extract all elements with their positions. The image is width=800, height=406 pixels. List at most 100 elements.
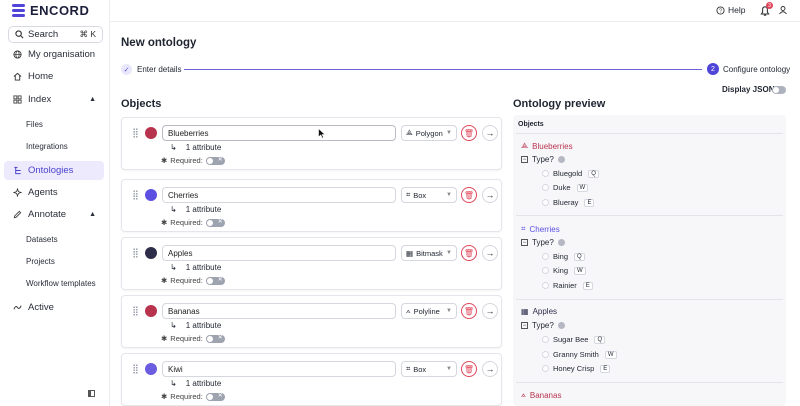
sidebar-item-annotate[interactable]: Annotate ▲ [4, 205, 104, 224]
option-label: Granny Smith [553, 350, 599, 359]
delete-button[interactable]: 🗑 [461, 187, 477, 203]
delete-button[interactable]: 🗑 [461, 125, 477, 141]
color-picker[interactable] [145, 127, 157, 139]
class-name: Apples [532, 307, 558, 316]
open-object-button[interactable]: → [482, 187, 498, 203]
shape-select[interactable]: ⟑ Polyline ▼ [401, 303, 457, 319]
preview-option[interactable]: Bing Q [542, 252, 585, 261]
color-picker[interactable] [145, 305, 157, 317]
help-label: Help [728, 5, 746, 15]
radio-button[interactable] [542, 336, 549, 343]
drag-handle-icon[interactable] [133, 306, 138, 316]
shape-select[interactable]: ⟁ Polygon ▼ [401, 125, 457, 141]
sidebar-item-ontologies[interactable]: Ontologies [4, 161, 104, 180]
object-name-input[interactable]: Kiwi [162, 361, 396, 377]
step-configure-ontology[interactable]: Configure ontology [723, 65, 790, 74]
display-json-toggle[interactable] [772, 86, 786, 94]
preview-option[interactable]: Duke W [542, 183, 589, 192]
sidebar-item-projects[interactable]: Projects [26, 257, 55, 266]
preview-question[interactable]: − Type? [521, 155, 565, 164]
delete-button[interactable]: 🗑 [461, 361, 477, 377]
preview-question[interactable]: − Type? [521, 238, 565, 247]
required-toggle[interactable] [205, 276, 225, 285]
sidebar-item-integrations[interactable]: Integrations [26, 142, 68, 151]
collapse-icon[interactable]: − [521, 322, 528, 329]
preview-option[interactable]: Bluegold Q [542, 169, 599, 178]
option-label: Bluegold [553, 169, 583, 178]
radio-button[interactable] [542, 282, 549, 289]
sidebar-item-datasets[interactable]: Datasets [26, 235, 58, 244]
sidebar-item-active[interactable]: Active [4, 298, 104, 317]
open-object-button[interactable]: → [482, 245, 498, 261]
sidebar-item-my-organisation[interactable]: My organisation [4, 45, 104, 64]
preview-class-blueberries[interactable]: ⟁ Blueberries [521, 141, 573, 151]
preview-option[interactable]: Rainier E [542, 281, 593, 290]
shape-select[interactable]: ⌗ Box ▼ [401, 361, 457, 377]
mouse-cursor-icon [318, 128, 326, 139]
sidebar-item-workflow-templates[interactable]: Workflow templates [26, 279, 96, 288]
color-picker[interactable] [145, 247, 157, 259]
collapse-icon[interactable]: − [521, 156, 528, 163]
radio-button[interactable] [542, 253, 549, 260]
preview-option[interactable]: Sugar Bee Q [542, 335, 606, 344]
radio-button[interactable] [542, 267, 549, 274]
delete-button[interactable]: 🗑 [461, 245, 477, 261]
step-enter-details[interactable]: Enter details [137, 65, 181, 74]
sidebar-item-files[interactable]: Files [26, 120, 43, 129]
question-label: Type? [532, 155, 554, 164]
sidebar-item-index[interactable]: Index ▲ [4, 90, 104, 109]
polyline-icon: ⟑ [406, 306, 411, 315]
preview-option[interactable]: King W [542, 266, 586, 275]
step-number: 2 [707, 63, 719, 75]
sidebar-item-label: Annotate [28, 209, 67, 220]
radio-button[interactable] [542, 351, 549, 358]
preview-class-apples[interactable]: ▦ Apples [521, 307, 557, 316]
shape-select[interactable]: ▦ Bitmask ▼ [401, 245, 457, 261]
required-toggle[interactable] [205, 156, 225, 165]
attribute-row[interactable]: ↳ 1 attribute [170, 263, 221, 272]
radio-button[interactable] [542, 184, 549, 191]
search-button[interactable]: Search ⌘ K [8, 26, 103, 43]
attribute-row[interactable]: ↳ 1 attribute [170, 205, 221, 214]
collapse-icon[interactable]: − [521, 239, 528, 246]
drag-handle-icon[interactable] [133, 190, 138, 200]
attribute-row[interactable]: ↳ 1 attribute [170, 321, 221, 330]
color-picker[interactable] [145, 189, 157, 201]
delete-button[interactable]: 🗑 [461, 303, 477, 319]
polyline-icon: ⟑ [521, 390, 526, 399]
required-toggle[interactable] [205, 218, 225, 227]
shape-select[interactable]: ⌗ Box ▼ [401, 187, 457, 203]
sidebar-item-home[interactable]: Home [4, 67, 104, 86]
object-name-input[interactable]: Bananas [162, 303, 396, 319]
sidebar-item-agents[interactable]: Agents [4, 183, 104, 202]
user-icon[interactable] [778, 5, 788, 15]
drag-handle-icon[interactable] [133, 364, 138, 374]
preview-question[interactable]: − Type? [521, 321, 565, 330]
radio-button[interactable] [542, 365, 549, 372]
object-name-input[interactable]: Apples [162, 245, 396, 261]
encord-logo[interactable]: ENCORD [12, 3, 89, 18]
color-picker[interactable] [145, 363, 157, 375]
preview-option[interactable]: Honey Crisp E [542, 364, 611, 373]
required-toggle[interactable] [205, 392, 225, 401]
object-name-input[interactable]: Cherries [162, 187, 396, 203]
attribute-row[interactable]: ↳ 1 attribute [170, 143, 221, 152]
preview-class-cherries[interactable]: ⌗ Cherries [521, 224, 560, 234]
radio-button[interactable] [542, 199, 549, 206]
question-label: Type? [532, 238, 554, 247]
preview-class-bananas[interactable]: ⟑ Bananas [521, 390, 561, 400]
preview-option[interactable]: Granny Smith W [542, 350, 617, 359]
open-object-button[interactable]: → [482, 125, 498, 141]
open-object-button[interactable]: → [482, 303, 498, 319]
drag-handle-icon[interactable] [133, 248, 138, 258]
collapse-sidebar-icon[interactable] [88, 390, 95, 397]
drag-handle-icon[interactable] [133, 128, 138, 138]
radio-button[interactable] [542, 170, 549, 177]
attribute-row[interactable]: ↳ 1 attribute [170, 379, 221, 388]
ontology-icon [14, 166, 21, 175]
object-name-input[interactable]: Blueberries [162, 125, 396, 141]
preview-option[interactable]: Blueray E [542, 198, 595, 207]
help-button[interactable]: ? Help [716, 5, 745, 15]
open-object-button[interactable]: → [482, 361, 498, 377]
required-toggle[interactable] [205, 334, 225, 343]
